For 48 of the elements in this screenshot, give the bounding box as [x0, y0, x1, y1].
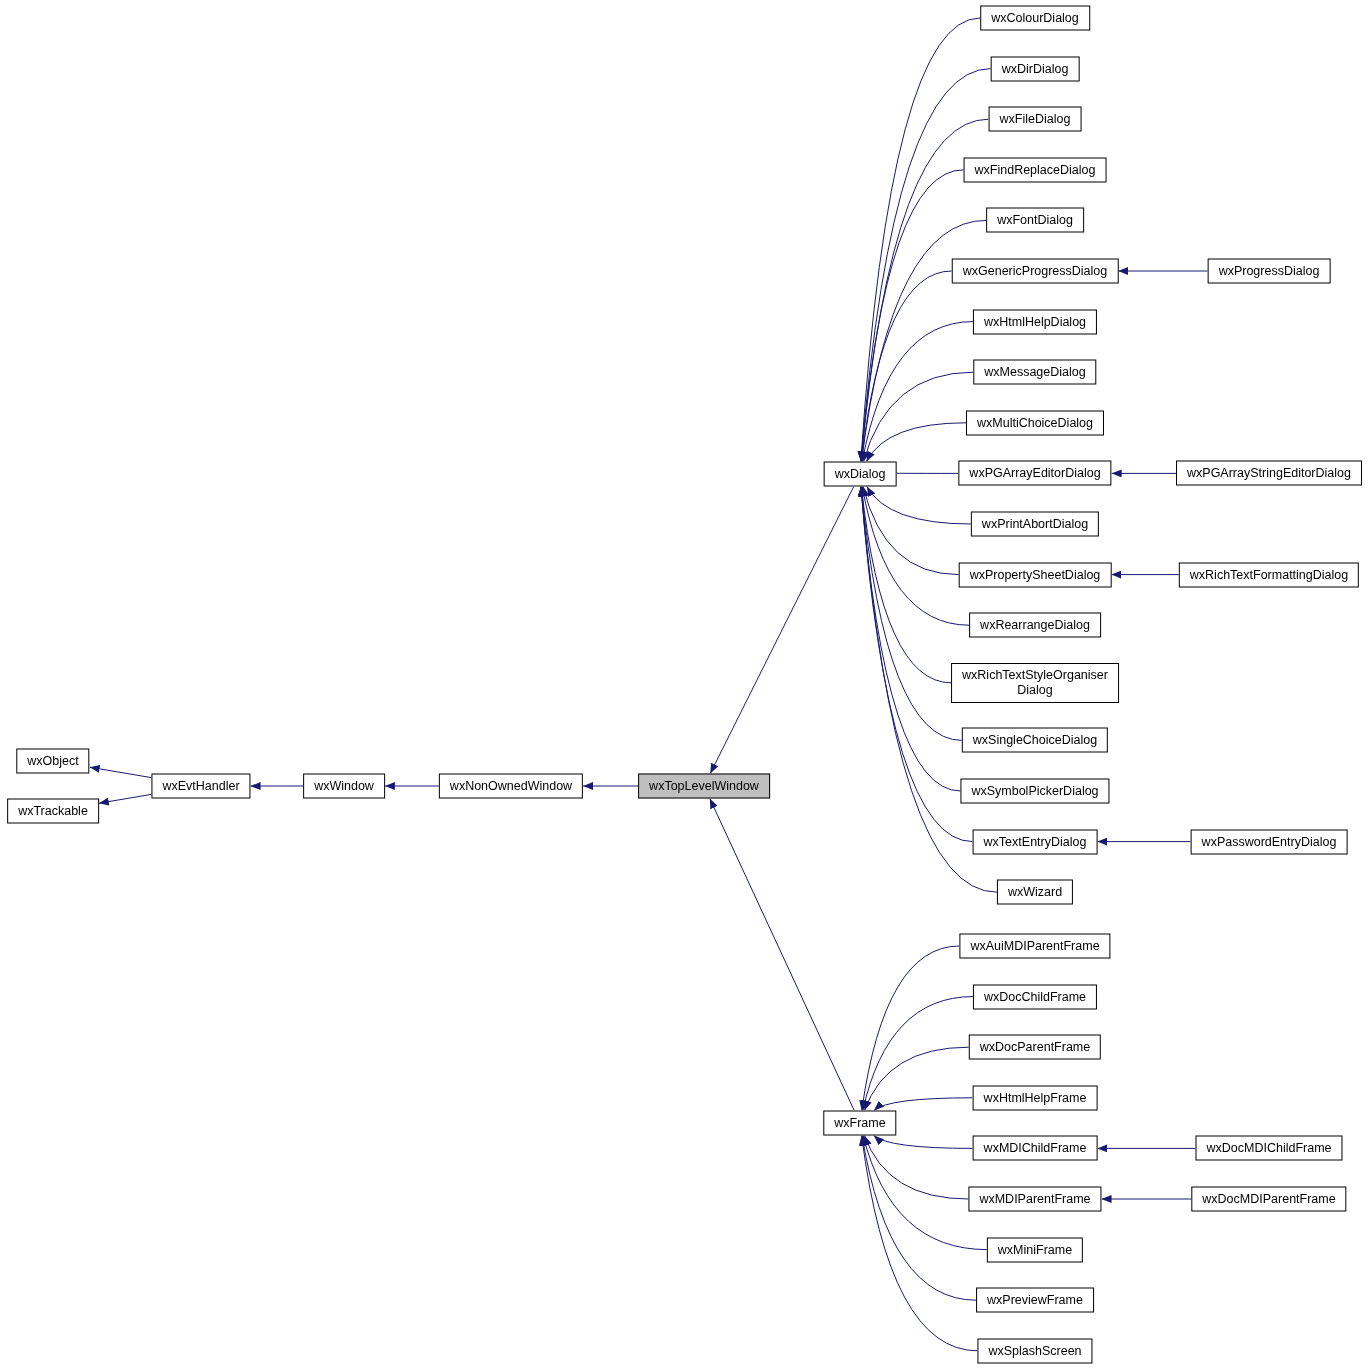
inheritance-arrow: [384, 782, 440, 790]
inheritance-arrow: [89, 764, 152, 779]
class-node[interactable]: wxMultiChoiceDialog: [966, 410, 1104, 436]
class-node[interactable]: wxDocChildFrame: [972, 984, 1098, 1010]
class-node[interactable]: wxFindReplaceDialog: [963, 157, 1107, 183]
class-node[interactable]: wxRichTextStyleOrganiser Dialog: [951, 662, 1119, 703]
class-node[interactable]: wxRearrangeDialog: [969, 612, 1101, 638]
class-node[interactable]: wxTrackable: [7, 798, 99, 824]
class-node[interactable]: wxGenericProgressDialog: [951, 258, 1119, 284]
class-node[interactable]: wxRichTextFormattingDialog: [1178, 562, 1360, 588]
inheritance-arrow: [98, 793, 152, 806]
class-node[interactable]: wxPGArrayStringEditorDialog: [1176, 460, 1362, 486]
class-node[interactable]: wxColourDialog: [980, 5, 1090, 31]
class-node[interactable]: wxDocMDIChildFrame: [1195, 1135, 1343, 1161]
class-node[interactable]: wxProgressDialog: [1207, 258, 1331, 284]
class-node[interactable]: wxHtmlHelpFrame: [972, 1085, 1098, 1111]
class-node[interactable]: wxPrintAbortDialog: [970, 511, 1100, 537]
class-node[interactable]: wxTextEntryDialog: [972, 829, 1098, 855]
class-node[interactable]: wxAuiMDIParentFrame: [959, 933, 1111, 959]
inheritance-arrow: [582, 782, 639, 790]
class-node[interactable]: wxDialog: [823, 461, 897, 487]
class-node[interactable]: wxDocParentFrame: [968, 1034, 1102, 1060]
inheritance-arrow: [1110, 570, 1180, 579]
class-node[interactable]: wxTopLevelWindow: [638, 773, 770, 799]
class-node[interactable]: wxMDIParentFrame: [968, 1186, 1102, 1212]
class-node[interactable]: wxPropertySheetDialog: [958, 562, 1112, 588]
class-node[interactable]: wxWizard: [996, 879, 1074, 905]
class-node[interactable]: wxHtmlHelpDialog: [972, 309, 1098, 335]
class-node[interactable]: wxObject: [16, 748, 90, 774]
class-node[interactable]: wxSingleChoiceDialog: [961, 727, 1109, 753]
class-node[interactable]: wxMessageDialog: [973, 359, 1097, 385]
class-node[interactable]: wxSplashScreen: [977, 1338, 1093, 1364]
class-node[interactable]: wxFileDialog: [988, 106, 1082, 132]
class-node[interactable]: wxSymbolPickerDialog: [960, 778, 1110, 804]
class-node[interactable]: wxFrame: [823, 1110, 897, 1136]
class-node[interactable]: wxMDIChildFrame: [972, 1135, 1098, 1161]
class-node[interactable]: wxPGArrayEditorDialog: [958, 460, 1112, 486]
class-node[interactable]: wxEvtHandler: [151, 773, 251, 799]
class-node[interactable]: wxDirDialog: [990, 56, 1080, 82]
inheritance-arrow: [1111, 469, 1177, 478]
class-node[interactable]: wxNonOwnedWindow: [438, 773, 584, 799]
class-node[interactable]: wxPreviewFrame: [976, 1287, 1094, 1313]
class-node[interactable]: wxWindow: [303, 773, 385, 799]
class-node[interactable]: wxPasswordEntryDialog: [1190, 829, 1348, 855]
class-node[interactable]: wxDocMDIParentFrame: [1191, 1186, 1347, 1212]
inheritance-arrow: [250, 782, 304, 790]
class-node[interactable]: wxFontDialog: [986, 207, 1084, 233]
class-node[interactable]: wxMiniFrame: [986, 1237, 1084, 1263]
